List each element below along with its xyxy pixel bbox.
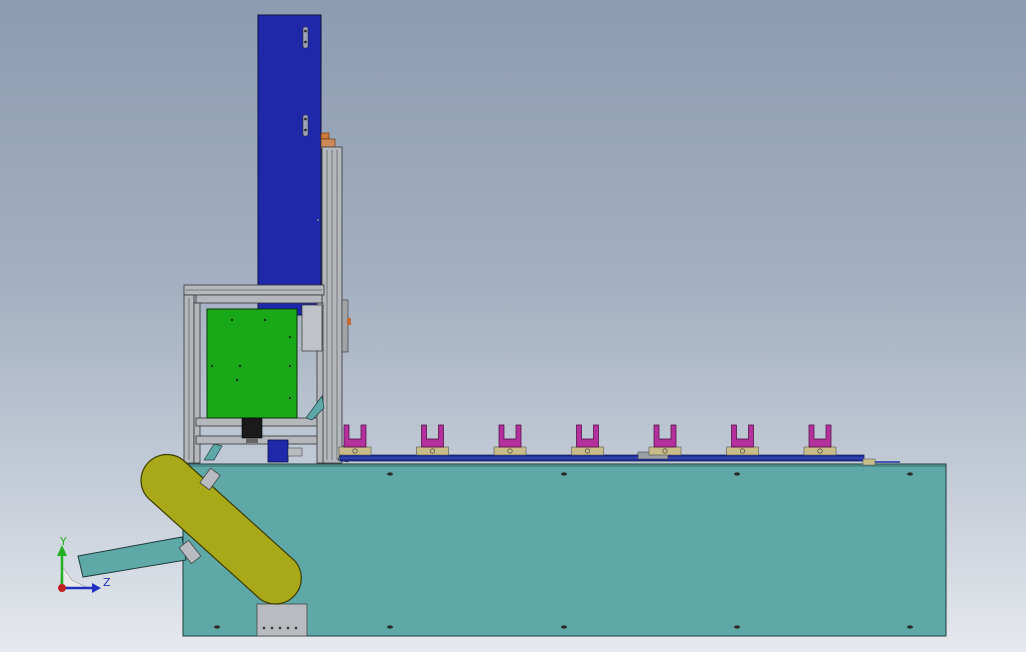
fixture-6[interactable]: [726, 424, 759, 456]
control-panel[interactable]: [206, 308, 298, 419]
z-axis-label: Z: [103, 576, 111, 589]
y-axis-label: Y: [59, 535, 67, 548]
cad-graphics-area[interactable]: Y Z: [0, 0, 1026, 652]
part-fixtures[interactable]: [338, 424, 837, 456]
assembly-view[interactable]: Y Z: [0, 0, 1026, 652]
fixture-2[interactable]: [416, 424, 449, 456]
origin-point: [58, 584, 66, 592]
fixture-1[interactable]: [338, 424, 372, 456]
fixture-7[interactable]: [803, 424, 837, 456]
fixture-5[interactable]: [648, 424, 682, 456]
fixture-4[interactable]: [571, 424, 604, 456]
vertical-axis-column[interactable]: [257, 14, 322, 316]
column-slot-upper: [302, 26, 309, 49]
fixture-3[interactable]: [493, 424, 527, 456]
column-slot-lower: [302, 114, 309, 137]
feed-chute[interactable]: [77, 536, 202, 578]
belt-support-plate[interactable]: [256, 603, 308, 637]
